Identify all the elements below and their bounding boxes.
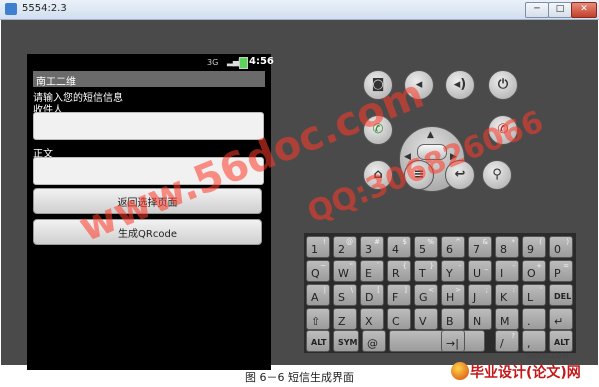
key-4[interactable]: 4 $ — [387, 236, 411, 258]
minimize-button[interactable]: ─ — [525, 2, 549, 18]
key-1[interactable]: 1! — [306, 236, 330, 258]
key-9[interactable]: 9( — [522, 236, 546, 258]
key-x[interactable]: X — [360, 308, 384, 330]
brand-url: 56DOC.COM — [525, 352, 569, 360]
key-tab[interactable]: →| — [441, 330, 465, 352]
key-e[interactable]: E ` — [360, 260, 384, 282]
key-j[interactable]: J; — [468, 284, 492, 306]
key-slash[interactable]: /? — [495, 330, 519, 352]
hardware-keyboard: 1! 2 @ 3 # 4 $ 5% 6 ^ 7 & 8 * 9( 0) Q ~ W " E ` R… — [304, 233, 576, 353]
key-t[interactable]: T} — [414, 260, 438, 282]
dpad-up-icon[interactable]: ▲ — [427, 130, 434, 140]
key-sym[interactable]: SYM — [333, 330, 359, 352]
close-button[interactable]: ✕ — [571, 2, 597, 18]
key-b[interactable]: B — [441, 308, 465, 330]
key-f[interactable]: F] — [387, 284, 411, 306]
key-at[interactable]: @ — [362, 330, 386, 352]
status-time: 4:56 — [249, 56, 274, 67]
emulator-app-icon — [5, 3, 17, 15]
window-titlebar: 5554:2.3 ─ □ ✕ — [0, 0, 599, 20]
app-title-bar: 南工二维 — [33, 71, 265, 88]
key-comma[interactable]: , — [522, 330, 546, 352]
key-z[interactable]: Z — [333, 308, 357, 330]
key-i[interactable]: I- — [495, 260, 519, 282]
key-c[interactable]: C — [387, 308, 411, 330]
key-l[interactable]: L ' — [522, 284, 546, 306]
key-space[interactable] — [389, 330, 485, 352]
key-y[interactable]: Y- — [441, 260, 465, 282]
key-alt-left[interactable]: ALT — [306, 330, 330, 352]
key-h[interactable]: H > — [441, 284, 465, 306]
key-6[interactable]: 6 ^ — [441, 236, 465, 258]
key-n[interactable]: N — [468, 308, 492, 330]
key-p[interactable]: P = — [549, 260, 573, 282]
figure-caption: 图 6－6 短信生成界面 — [245, 371, 354, 384]
key-r[interactable]: R{ — [387, 260, 411, 282]
battery-icon — [239, 57, 248, 69]
status-bar: 3G ▂▄▆ 4:56 — [27, 54, 274, 70]
app-title: 南工二维 — [36, 77, 76, 88]
key-k[interactable]: K: — [495, 284, 519, 306]
key-enter[interactable]: ↵ — [549, 308, 573, 330]
key-alt-right[interactable]: ALT — [549, 330, 573, 352]
window-title: 5554:2.3 — [22, 3, 67, 14]
key-d[interactable]: D[ — [360, 284, 384, 306]
volume-up-icon[interactable]: ◂) — [445, 70, 475, 100]
key-s[interactable]: S \ — [333, 284, 357, 306]
key-g[interactable]: G < — [414, 284, 438, 306]
network-icon: 3G — [207, 58, 219, 67]
key-8[interactable]: 8 * — [495, 236, 519, 258]
key-3[interactable]: 3 # — [360, 236, 384, 258]
key-2[interactable]: 2 @ — [333, 236, 357, 258]
key-w[interactable]: W " — [333, 260, 357, 282]
key-v[interactable]: V — [414, 308, 438, 330]
key-m[interactable]: M — [495, 308, 519, 330]
key-shift[interactable]: ⇧ — [306, 308, 330, 330]
key-u[interactable]: U _ — [468, 260, 492, 282]
key-5[interactable]: 5% — [414, 236, 438, 258]
key-delete[interactable]: DEL — [549, 284, 573, 306]
key-o[interactable]: O + — [522, 260, 546, 282]
power-icon[interactable]: ⏻ — [488, 70, 518, 100]
key-7[interactable]: 7 & — [468, 236, 492, 258]
maximize-button[interactable]: □ — [548, 2, 572, 18]
search-icon[interactable]: ⚲ — [482, 160, 512, 190]
recipient-input[interactable] — [33, 112, 264, 140]
key-period[interactable]: . — [522, 308, 546, 330]
key-q[interactable]: Q ~ — [306, 260, 330, 282]
key-a[interactable]: A | — [306, 284, 330, 306]
key-0[interactable]: 0) — [549, 236, 573, 258]
